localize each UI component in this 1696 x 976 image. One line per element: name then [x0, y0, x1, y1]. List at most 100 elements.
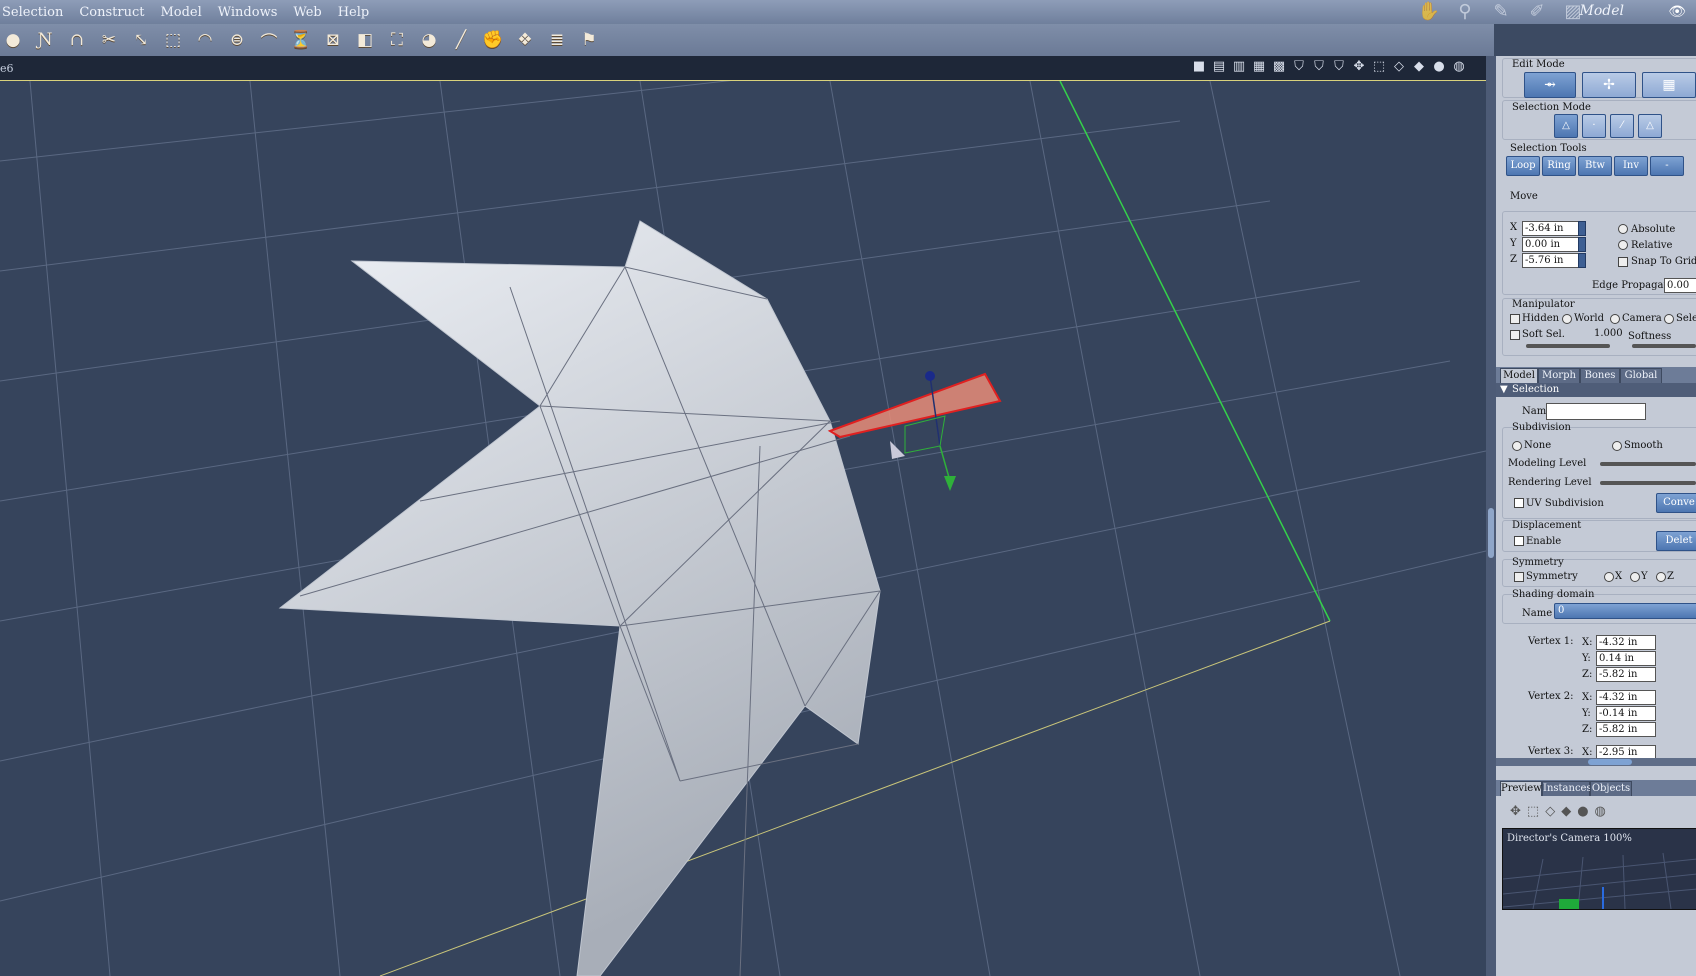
soft-selection-slider[interactable] [1526, 344, 1610, 348]
displacement-enable-checkbox[interactable] [1514, 536, 1524, 546]
tab-model[interactable]: Model [1500, 368, 1538, 383]
three-view-icon[interactable]: ▥ [1232, 60, 1246, 74]
tab-objects[interactable]: Objects [1590, 781, 1632, 796]
rendering-level-slider[interactable] [1600, 481, 1696, 485]
symmetry-y-radio[interactable] [1630, 572, 1640, 582]
bevel-icon[interactable]: ⬚ [160, 27, 186, 53]
move-x-field[interactable]: -3.64 in [1522, 221, 1580, 236]
select-edge-button[interactable]: ⁄ [1610, 114, 1634, 138]
wire-cube-icon[interactable]: ◇ [1392, 60, 1406, 74]
subdiv-none-radio[interactable] [1512, 441, 1522, 451]
scissors-icon[interactable]: ✂ [96, 27, 122, 53]
select-face-button[interactable]: △ [1554, 114, 1578, 138]
move-y-field[interactable]: 0.00 in [1522, 237, 1580, 252]
select-vertex-button[interactable]: · [1582, 114, 1606, 138]
menu-help[interactable]: Help [330, 5, 378, 20]
world-radio[interactable] [1562, 314, 1572, 324]
shield-3-icon[interactable]: ⛉ [1332, 60, 1346, 74]
invert-button[interactable]: Inv [1614, 156, 1648, 176]
tab-preview[interactable]: Preview [1500, 781, 1542, 796]
snap-to-grid-checkbox[interactable] [1618, 257, 1628, 267]
subdiv-smooth-radio[interactable] [1612, 441, 1622, 451]
pen-room-icon[interactable]: ✎ [1488, 2, 1514, 22]
panel-splitter[interactable] [1496, 758, 1696, 766]
convert-button[interactable]: Conve [1656, 493, 1696, 513]
modeling-level-slider[interactable] [1600, 462, 1696, 466]
menu-web[interactable]: Web [285, 5, 329, 20]
bag-icon[interactable]: ⛶ [384, 27, 410, 53]
taper-icon[interactable]: ⏳ [288, 27, 314, 53]
eye-icon[interactable]: 👁 [1668, 4, 1686, 20]
pan-icon[interactable]: ✥ [1352, 60, 1366, 74]
between-button[interactable]: Btw [1578, 156, 1612, 176]
box-icon[interactable]: ⊠ [320, 27, 346, 53]
shaded-sphere-icon[interactable]: ● [1577, 804, 1588, 819]
shaded-sphere-icon[interactable]: ● [1432, 60, 1446, 74]
menu-selection[interactable]: Selection [0, 5, 71, 20]
sphere-icon[interactable]: ● [0, 27, 26, 53]
flag-icon[interactable]: ⚑ [576, 27, 602, 53]
select-poly-button[interactable]: △ [1638, 114, 1662, 138]
vertex-1-z-field[interactable]: -5.82 in [1596, 667, 1656, 682]
shape-icon[interactable]: ❖ [512, 27, 538, 53]
grab-icon[interactable]: ✊ [480, 27, 506, 53]
vertex-2-x-field[interactable]: -4.32 in [1596, 690, 1656, 705]
divider-grip[interactable] [1488, 508, 1494, 558]
vertex-2-y-field[interactable]: -0.14 in [1596, 706, 1656, 721]
stack-icon[interactable]: ≣ [544, 27, 570, 53]
deselect-button[interactable]: - [1650, 156, 1684, 176]
shield-icon[interactable]: ⛉ [1292, 60, 1306, 74]
wire-cube-icon[interactable]: ◇ [1545, 804, 1555, 819]
path-icon[interactable]: Ɲ [32, 27, 58, 53]
weld-icon[interactable]: ⤡ [128, 27, 154, 53]
edit-mode-vertex-button[interactable]: ⇴ [1524, 72, 1576, 98]
menu-model[interactable]: Model [152, 5, 209, 20]
ring-button[interactable]: Ring [1542, 156, 1576, 176]
relative-radio[interactable] [1618, 240, 1628, 250]
symmetry-checkbox[interactable] [1514, 572, 1524, 582]
dotted-cube-icon[interactable]: ⬚ [1527, 804, 1539, 819]
single-view-icon[interactable]: ■ [1192, 60, 1206, 74]
half-sphere-icon[interactable]: ◕ [416, 27, 442, 53]
menu-windows[interactable]: Windows [210, 5, 286, 20]
delete-button[interactable]: Delet [1656, 531, 1696, 551]
hidden-checkbox[interactable] [1510, 314, 1520, 324]
symmetry-z-radio[interactable] [1656, 572, 1666, 582]
move-z-spinner[interactable] [1578, 253, 1586, 268]
edit-mode-grid-button[interactable]: ✢ [1582, 72, 1636, 98]
selection-name-field[interactable] [1546, 403, 1646, 420]
shading-name-field[interactable]: 0 [1554, 603, 1696, 619]
solid-cube-icon[interactable]: ◆ [1412, 60, 1426, 74]
selection-header-bar[interactable]: ▼ Selection [1496, 383, 1696, 397]
vertex-1-y-field[interactable]: 0.14 in [1596, 651, 1656, 666]
softness-slider[interactable] [1632, 344, 1696, 348]
edit-mode-mesh-button[interactable]: ▦ [1642, 72, 1696, 98]
symmetry-x-radio[interactable] [1604, 572, 1614, 582]
panel-splitter-grip[interactable] [1588, 759, 1632, 765]
shaded-box-icon[interactable]: ◧ [352, 27, 378, 53]
pan-icon[interactable]: ✥ [1510, 804, 1521, 819]
hand-room-icon[interactable]: ✋ [1416, 2, 1442, 22]
four-view-icon[interactable]: ▦ [1252, 60, 1266, 74]
move-z-field[interactable]: -5.76 in [1522, 253, 1580, 268]
line-icon[interactable]: ╱ [448, 27, 474, 53]
vertex-1-x-field[interactable]: -4.32 in [1596, 635, 1656, 650]
alt-view-icon[interactable]: ▩ [1272, 60, 1286, 74]
tab-morph[interactable]: Morph [1538, 368, 1580, 383]
tab-global[interactable]: Global [1620, 368, 1662, 383]
absolute-radio[interactable] [1618, 224, 1628, 234]
3d-viewport[interactable] [0, 81, 1486, 976]
edge-propagation-field[interactable]: 0.00 [1664, 278, 1696, 293]
tab-bones[interactable]: Bones [1580, 368, 1620, 383]
textured-sphere-icon[interactable]: ◍ [1452, 60, 1466, 74]
magnet-icon[interactable]: ∩ [64, 27, 90, 53]
move-x-spinner[interactable] [1578, 221, 1586, 236]
lathe-icon[interactable]: ⊜ [224, 27, 250, 53]
selection-radio[interactable] [1664, 314, 1674, 324]
dotted-cube-icon[interactable]: ⬚ [1372, 60, 1386, 74]
move-y-spinner[interactable] [1578, 237, 1586, 252]
preview-window[interactable]: Director's Camera 100% [1502, 828, 1696, 910]
brush-room-icon[interactable]: ✐ [1524, 2, 1550, 22]
bend-icon[interactable]: ⌒ [256, 27, 282, 53]
two-view-icon[interactable]: ▤ [1212, 60, 1226, 74]
